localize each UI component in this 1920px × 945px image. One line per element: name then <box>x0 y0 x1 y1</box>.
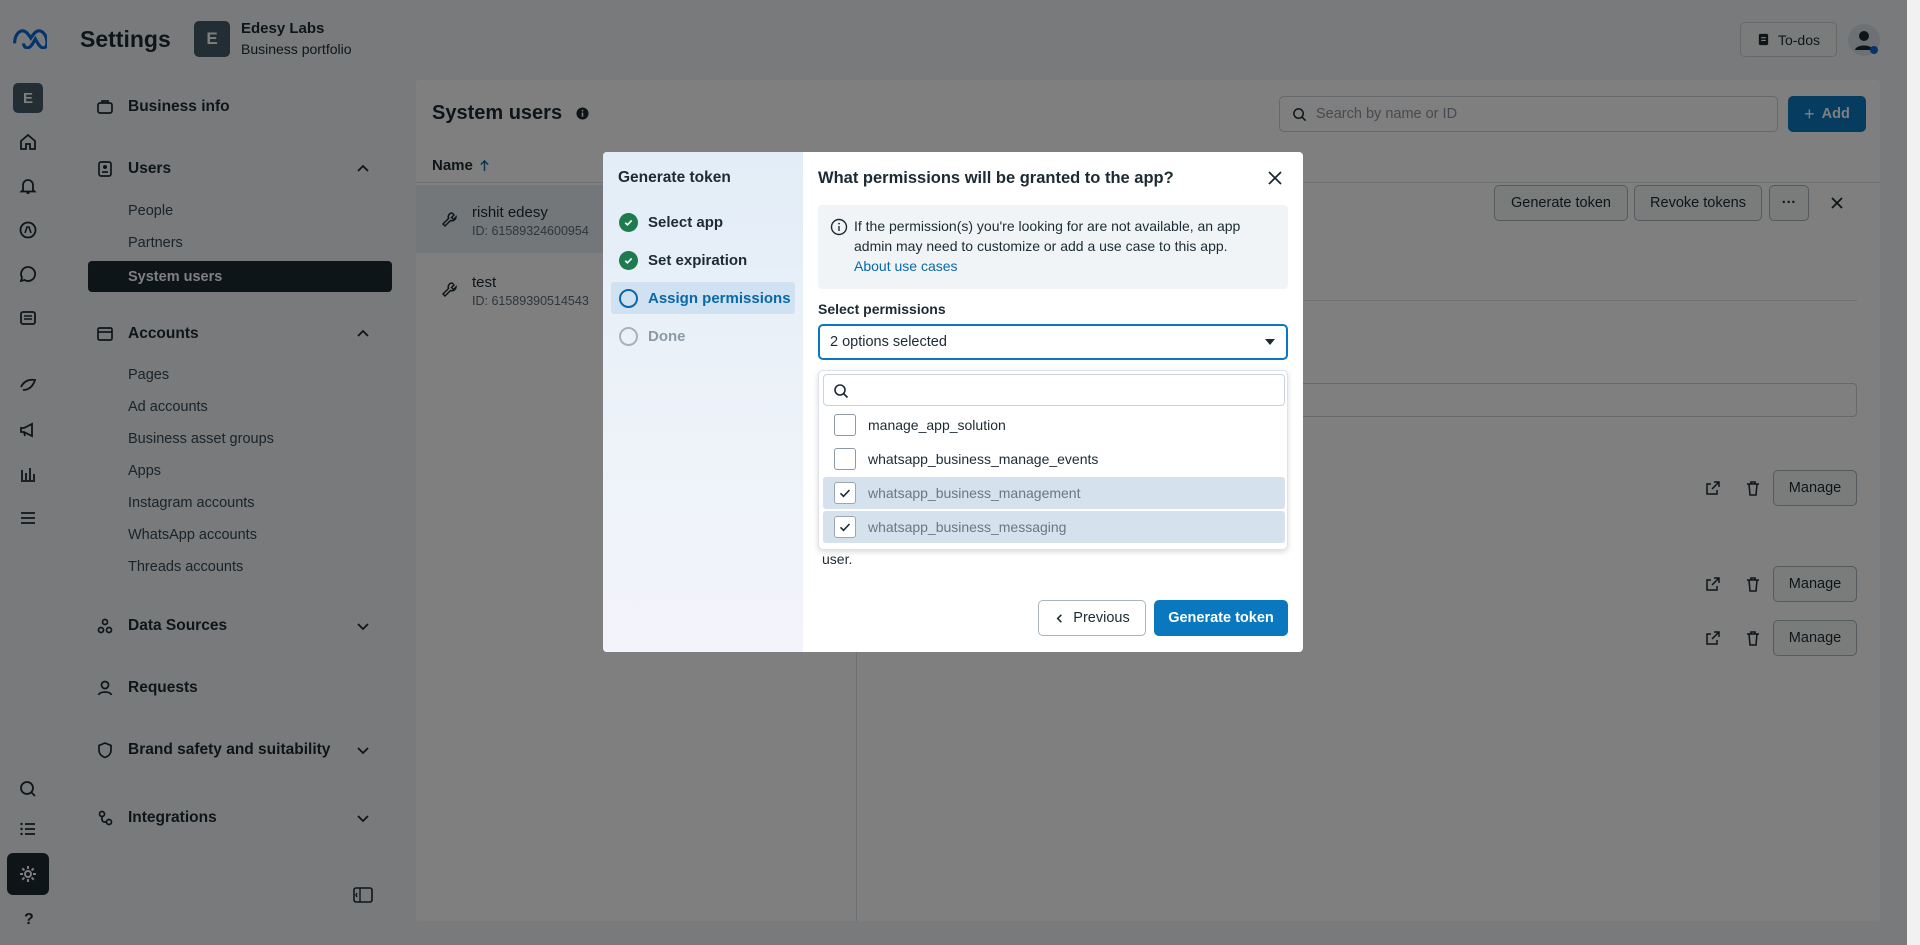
pending-step-circle-icon <box>619 326 638 346</box>
description-text-fragment: user. <box>822 551 853 567</box>
caret-down-icon <box>1265 339 1275 345</box>
step-assign-permissions[interactable]: Assign permissions <box>611 282 795 314</box>
previous-button[interactable]: Previous <box>1038 600 1146 636</box>
info-text: If the permission(s) you're looking for … <box>854 218 1241 274</box>
checkbox[interactable] <box>834 414 856 436</box>
permission-option[interactable]: whatsapp_business_manage_events <box>823 443 1285 475</box>
permissions-select[interactable]: 2 options selected <box>818 324 1288 360</box>
select-permissions-label: Select permissions <box>818 301 946 317</box>
checkbox[interactable] <box>834 448 856 470</box>
about-use-cases-link[interactable]: About use cases <box>854 258 958 274</box>
steps-panel: Generate token Select app Set expiration… <box>603 152 803 652</box>
permissions-dropdown: manage_app_solution whatsapp_business_ma… <box>818 370 1288 550</box>
step-done: Done <box>611 320 795 352</box>
close-icon[interactable] <box>1265 168 1285 188</box>
chevron-left-icon <box>1056 613 1063 623</box>
step-set-expiration[interactable]: Set expiration <box>611 244 795 276</box>
permissions-search-input[interactable] <box>823 374 1285 406</box>
check-circle-icon <box>619 250 638 270</box>
checkmark-icon <box>839 489 851 498</box>
permission-option[interactable]: manage_app_solution <box>823 409 1285 441</box>
info-banner: If the permission(s) you're looking for … <box>818 205 1288 289</box>
check-circle-icon <box>619 212 638 232</box>
checkmark-icon <box>839 523 851 532</box>
checkbox-checked[interactable] <box>834 482 856 504</box>
permission-option[interactable]: whatsapp_business_management <box>823 477 1285 509</box>
checkbox-checked[interactable] <box>834 516 856 538</box>
generate-token-dialog: Generate token Select app Set expiration… <box>603 152 1303 652</box>
dialog-title: What permissions will be granted to the … <box>818 169 1174 187</box>
search-icon <box>834 384 849 399</box>
info-circle-icon <box>830 218 848 236</box>
steps-title: Generate token <box>618 169 731 186</box>
step-select-app[interactable]: Select app <box>611 206 795 238</box>
current-step-circle-icon <box>619 288 638 308</box>
permission-option[interactable]: whatsapp_business_messaging <box>823 511 1285 543</box>
generate-token-submit-button[interactable]: Generate token <box>1154 600 1288 636</box>
page-scrollbar[interactable] <box>1907 0 1920 945</box>
